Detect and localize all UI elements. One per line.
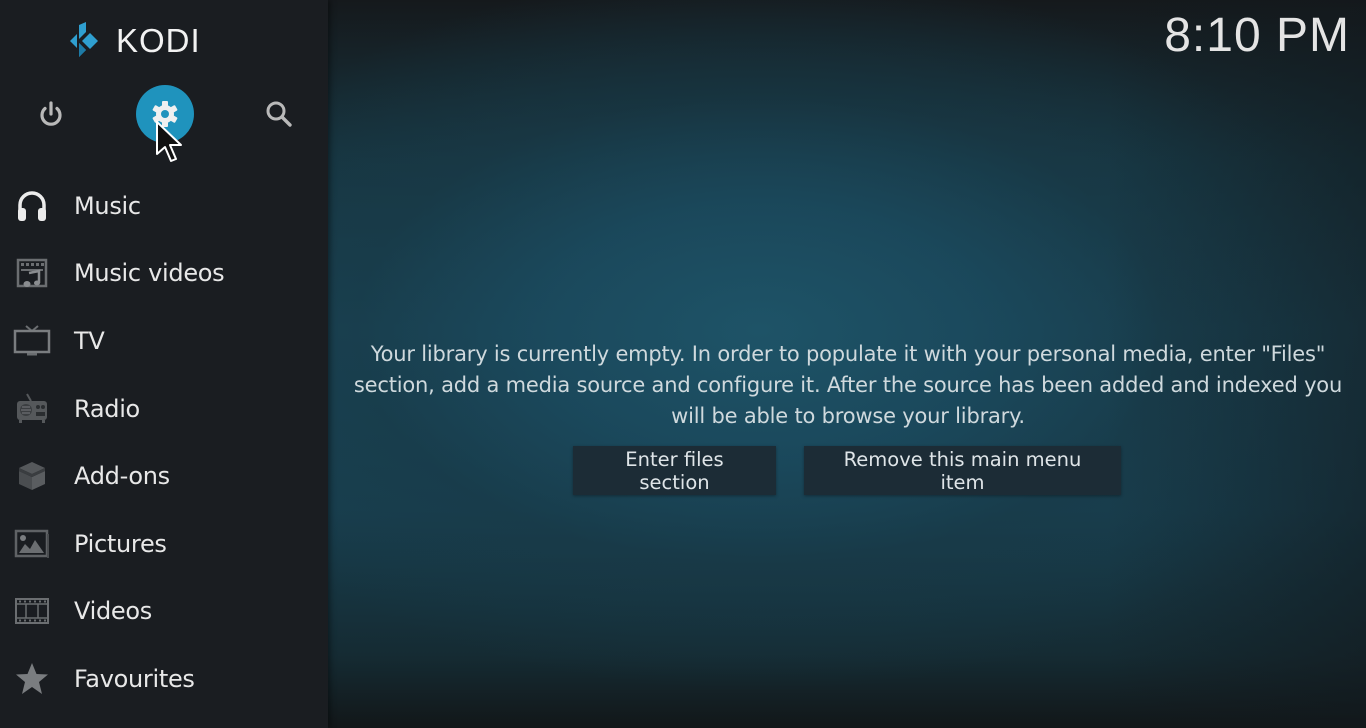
- empty-library-message: Your library is currently empty. In orde…: [353, 342, 1343, 428]
- kodi-logo-icon: [70, 22, 98, 57]
- empty-library-actions: Enter files section Remove this main men…: [573, 446, 1121, 495]
- main-menu: Music Music videos TV Radio Add-ons Pict…: [0, 172, 328, 713]
- sidebar-item-addons[interactable]: Add-ons: [0, 442, 328, 510]
- settings-button[interactable]: [136, 85, 194, 143]
- tv-icon: [12, 323, 52, 359]
- sidebar-item-videos[interactable]: Videos: [0, 578, 328, 646]
- sidebar-item-label: Pictures: [74, 529, 167, 558]
- sidebar-item-label: Music videos: [74, 259, 225, 288]
- clock: 8:10 PM: [1164, 9, 1350, 62]
- sidebar-item-label: Music: [74, 191, 141, 220]
- sidebar-item-label: Add-ons: [74, 462, 170, 491]
- sidebar-item-music[interactable]: Music: [0, 172, 328, 240]
- sidebar-item-music-videos[interactable]: Music videos: [0, 240, 328, 308]
- remove-main-menu-item-button[interactable]: Remove this main menu item: [804, 446, 1121, 495]
- sidebar-item-favourites[interactable]: Favourites: [0, 645, 328, 713]
- power-button[interactable]: [22, 85, 80, 143]
- sidebar-item-label: Radio: [74, 394, 140, 423]
- enter-files-section-button[interactable]: Enter files section: [573, 446, 776, 495]
- gear-icon: [152, 101, 178, 127]
- top-buttons: [0, 85, 328, 143]
- kodi-home-screen: KODI Music Music videos TV Radio Add-ons…: [0, 0, 1366, 728]
- headphones-icon: [12, 188, 52, 224]
- film-strip-icon: [12, 593, 52, 629]
- power-icon: [40, 101, 62, 126]
- search-button[interactable]: [250, 85, 308, 143]
- addons-box-icon: [12, 458, 52, 494]
- music-video-icon: [12, 255, 52, 291]
- kodi-logo-text: KODI: [116, 22, 201, 59]
- kodi-logo: KODI: [62, 22, 201, 60]
- sidebar-item-label: Favourites: [74, 664, 195, 693]
- star-icon: [12, 661, 52, 697]
- sidebar-item-pictures[interactable]: Pictures: [0, 510, 328, 578]
- sidebar-item-tv[interactable]: TV: [0, 307, 328, 375]
- radio-icon: [12, 391, 52, 427]
- sidebar-item-label: TV: [74, 326, 105, 355]
- sidebar-item-radio[interactable]: Radio: [0, 375, 328, 443]
- picture-icon: [12, 526, 52, 562]
- sidebar: KODI Music Music videos TV Radio Add-ons…: [0, 0, 328, 728]
- search-icon: [266, 101, 292, 127]
- sidebar-item-label: Videos: [74, 597, 152, 626]
